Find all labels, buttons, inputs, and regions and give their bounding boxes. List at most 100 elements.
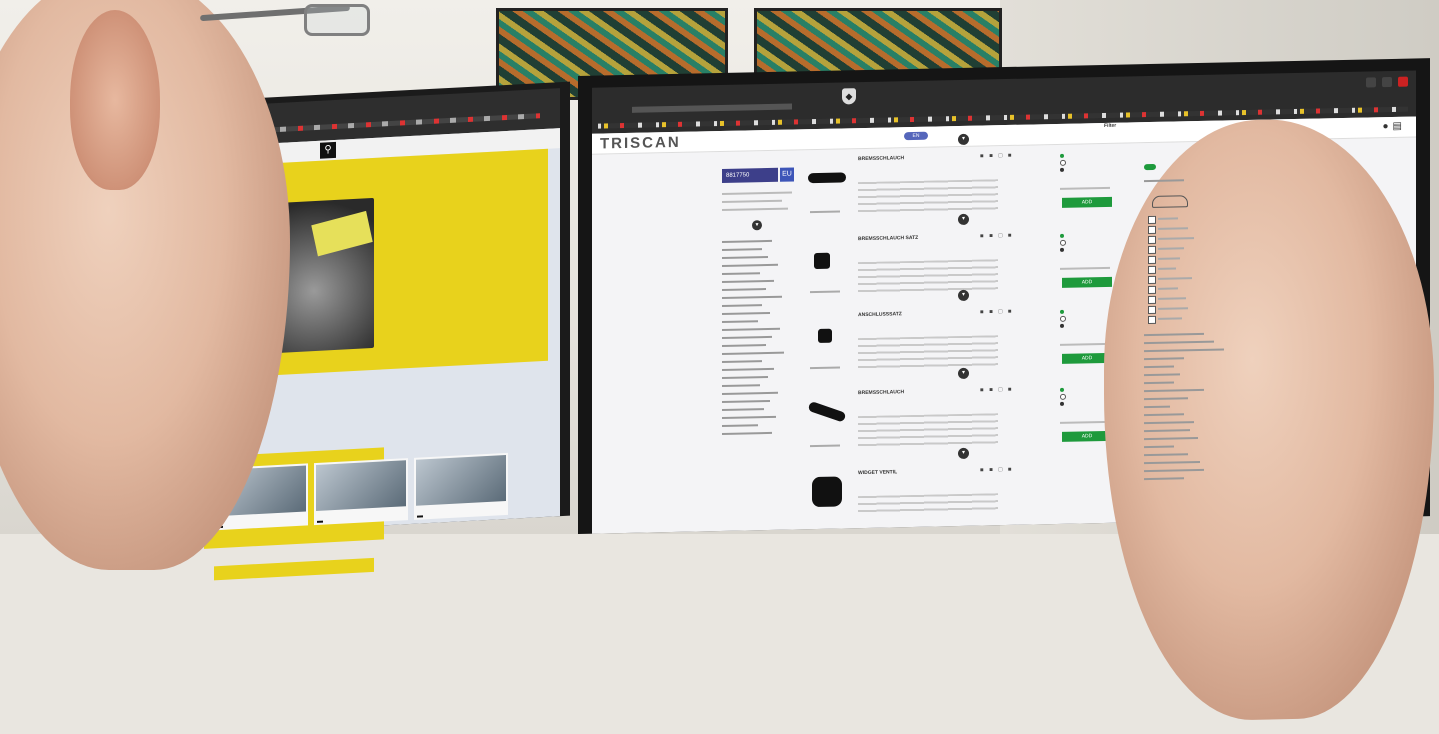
eyeglasses [199, 4, 370, 36]
category-link[interactable] [722, 295, 782, 299]
category-link[interactable] [722, 415, 776, 419]
category-link[interactable] [722, 391, 778, 395]
filter-checkbox[interactable] [1148, 245, 1156, 255]
product-feature-icons: ■ ■ □ ■ [980, 308, 1014, 316]
filter-option [1158, 267, 1176, 270]
category-link[interactable] [722, 408, 764, 411]
category-link[interactable] [722, 256, 768, 259]
part-summary-column: 8817750 EU ▾ [722, 167, 798, 435]
product-specs [858, 413, 998, 451]
product-title[interactable]: BREMSSCHLAUCH SATZ [858, 235, 918, 242]
filter-checkbox[interactable] [1148, 315, 1156, 325]
category-card-label [417, 515, 423, 518]
filter-toggle[interactable] [1144, 163, 1156, 171]
filter-checkbox[interactable] [1148, 235, 1156, 245]
add-to-cart-button[interactable]: ADD [1062, 276, 1112, 288]
yellow-footer-bar [214, 557, 374, 581]
product-thumbnail[interactable] [804, 158, 850, 205]
product-thumbnail[interactable] [804, 392, 850, 439]
filter-checkbox[interactable] [1148, 285, 1156, 295]
product-feature-icons: ■ ■ □ ■ [980, 386, 1014, 394]
product-feature-icons: ■ ■ □ ■ [980, 232, 1014, 240]
stock-status [1060, 151, 1110, 173]
filter-checkbox[interactable] [1148, 215, 1156, 225]
category-link[interactable] [722, 424, 758, 427]
product-specs [858, 493, 998, 517]
shield-icon: ◆ [842, 88, 856, 105]
right-monitor-screen: TRISCAN EN ●▤ 8817750 EU ▾ ▾ BREMSSCHLAU… [592, 116, 1434, 723]
category-link[interactable] [722, 327, 780, 331]
category-link[interactable] [722, 399, 770, 403]
category-link[interactable] [722, 384, 760, 387]
language-pill[interactable]: EN [904, 131, 928, 141]
product-thumb-label [810, 444, 840, 448]
filter-checkbox[interactable] [1148, 225, 1156, 235]
person-ear [70, 10, 160, 190]
maximize-icon[interactable] [1382, 76, 1392, 88]
account-icons: ●▤ [1383, 121, 1407, 132]
category-link[interactable] [722, 376, 768, 379]
category-card-photo [316, 460, 406, 511]
product-thumbnail[interactable] [804, 472, 850, 519]
category-link[interactable] [722, 431, 772, 435]
summary-line [722, 199, 782, 203]
product-row: BREMSSCHLAUCH ■ ■ □ ■ ADD [804, 146, 1134, 233]
product-row: BREMSSCHLAUCH ■ ■ □ ■ ADD [804, 380, 1134, 467]
stock-status [1060, 307, 1110, 329]
address-bar[interactable] [632, 103, 792, 113]
stock-status [1060, 231, 1110, 253]
category-link[interactable] [722, 367, 774, 371]
quantity-field[interactable] [1060, 342, 1110, 346]
product-title[interactable]: BREMSSCHLAUCH [858, 155, 904, 162]
product-thumbnail[interactable] [804, 314, 850, 361]
product-title[interactable]: ANSCHLUSSSATZ [858, 311, 902, 318]
close-icon[interactable] [1398, 76, 1408, 87]
summary-line [722, 207, 788, 211]
product-thumb-label [810, 290, 840, 294]
category-link[interactable] [722, 239, 772, 243]
category-link[interactable] [722, 344, 766, 347]
category-link[interactable] [722, 272, 760, 275]
user-icon[interactable]: ● [1383, 121, 1393, 132]
product-title[interactable]: BREMSSCHLAUCH [858, 389, 904, 396]
cart-icon[interactable]: ▤ [1393, 121, 1406, 132]
filter-checkbox[interactable] [1148, 265, 1156, 275]
brand-logo[interactable]: TRISCAN [600, 134, 681, 153]
filter-option [1158, 217, 1178, 220]
product-thumbnail[interactable] [804, 238, 850, 285]
minimize-icon[interactable] [1366, 77, 1376, 88]
category-link[interactable] [722, 360, 762, 363]
category-link[interactable] [722, 263, 778, 267]
product-specs [858, 259, 998, 297]
category-link[interactable] [722, 248, 762, 251]
product-thumb-label [810, 210, 840, 214]
category-link[interactable] [722, 320, 758, 323]
category-card-label [317, 520, 323, 523]
category-card[interactable] [314, 458, 408, 526]
region-flag: EU [780, 167, 794, 182]
left-bookmarks-bar [264, 113, 540, 133]
category-link[interactable] [722, 279, 774, 283]
product-specs [858, 179, 998, 217]
category-link[interactable] [722, 311, 770, 315]
category-link[interactable] [722, 335, 772, 339]
filter-checkbox[interactable] [1148, 275, 1156, 285]
filter-checkbox[interactable] [1148, 305, 1156, 315]
filter-checkbox[interactable] [1148, 255, 1156, 265]
product-row: ANSCHLUSSSATZ ■ ■ □ ■ ADD [804, 302, 1134, 389]
product-title[interactable]: WIDGET VENTIL [858, 469, 897, 476]
product-row: BREMSSCHLAUCH SATZ ■ ■ □ ■ ADD [804, 226, 1134, 313]
filter-checkbox[interactable] [1148, 295, 1156, 305]
right-monitor: ◆ TRISCAN EN ●▤ 8817750 EU ▾ ▾ BREMSSCHL… [578, 58, 1434, 723]
product-feature-icons: ■ ■ □ ■ [980, 152, 1014, 160]
category-card[interactable] [414, 452, 508, 520]
search-icon[interactable]: ⚲ [320, 141, 336, 159]
category-link[interactable] [722, 304, 762, 307]
expand-icon[interactable]: ▾ [752, 220, 762, 231]
quantity-field[interactable] [1060, 186, 1110, 190]
category-link[interactable] [722, 351, 784, 355]
category-link[interactable] [722, 288, 766, 291]
add-to-cart-button[interactable]: ADD [1062, 196, 1112, 208]
quantity-field[interactable] [1060, 420, 1110, 424]
quantity-field[interactable] [1060, 266, 1110, 270]
